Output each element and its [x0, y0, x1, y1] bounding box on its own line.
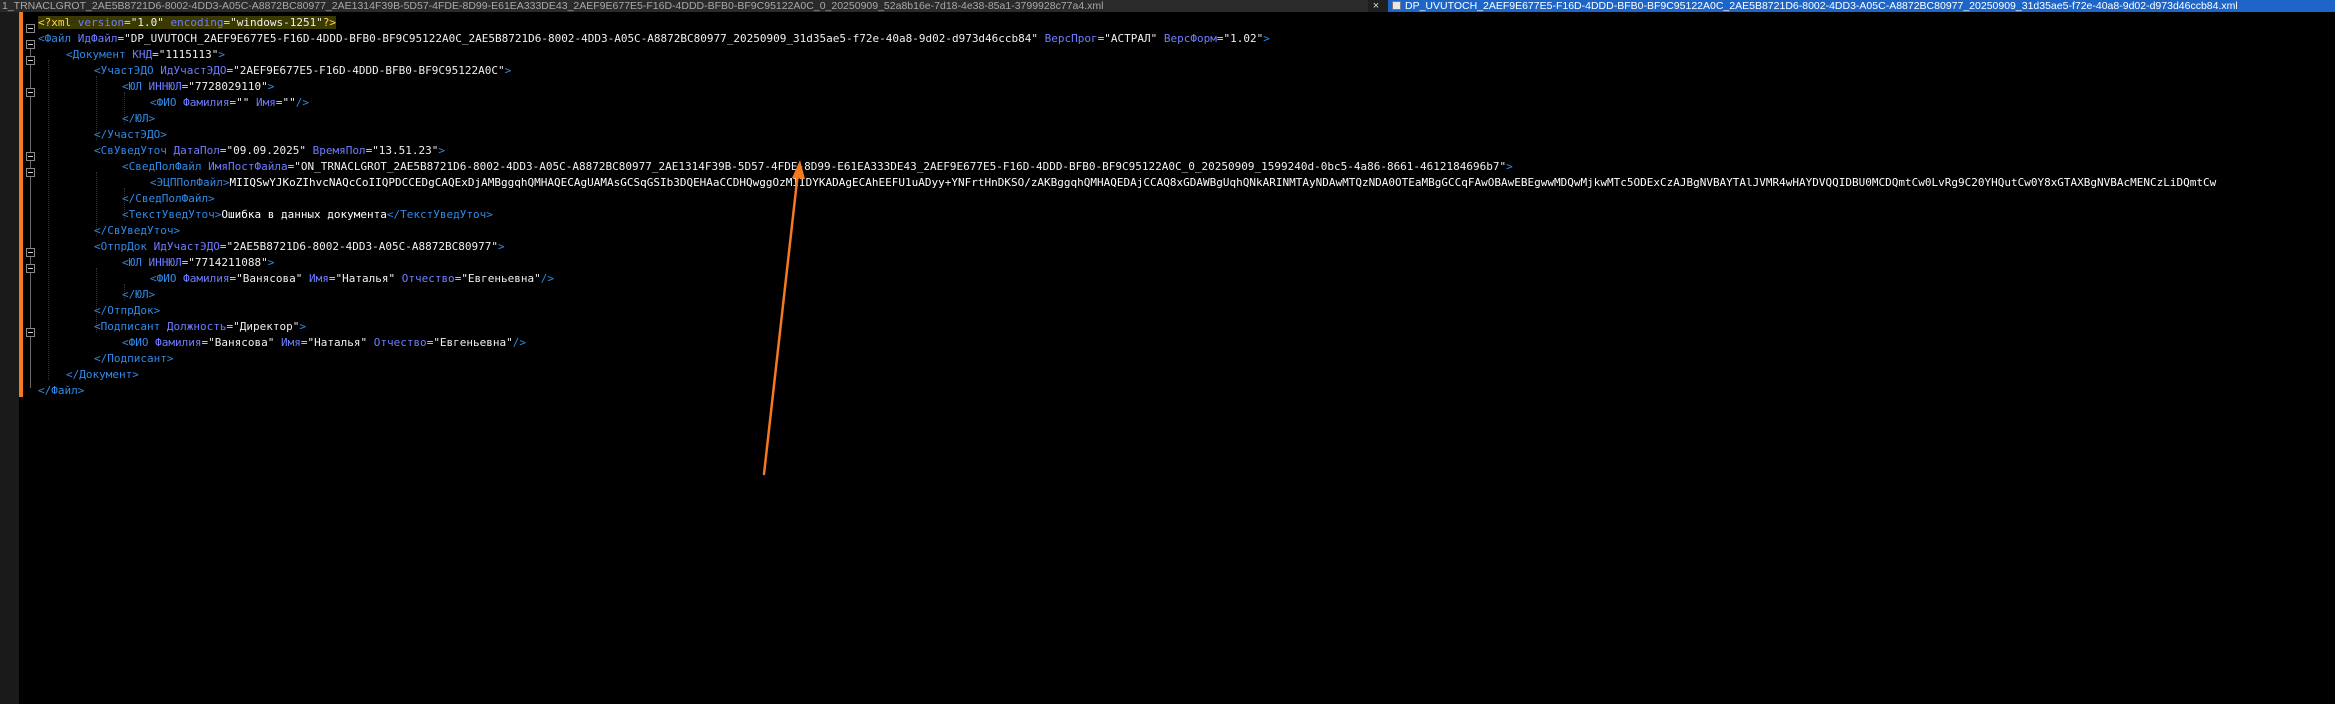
code-line-ecp-signature: <ЭЦППолФайл>MIIQSwYJKoZIhvcNAQcCoIIQPDCC…: [150, 176, 2217, 189]
fold-toggle-icon[interactable]: [26, 328, 35, 337]
tab-title: DP_UVUTOCH_2AEF9E677E5-F16D-4DDD-BFB0-BF…: [1405, 0, 2238, 12]
code-line-xml-declaration: <?xml version="1.0" encoding="windows-12…: [38, 16, 337, 29]
fold-toggle-icon[interactable]: [26, 248, 35, 257]
code-line-file-close: </Файл>: [38, 384, 85, 397]
code-line-tekstuvedutoch: <ТекстУведУточ>Ошибка в данных документа…: [122, 208, 493, 221]
close-tab-icon[interactable]: ×: [1370, 0, 1382, 12]
tab-file-on-trnaclgrot[interactable]: 1_TRNACLGROT_2AE5B8721D6-8002-4DD3-A05C-…: [0, 0, 1368, 12]
code-line-fio: <ФИО Фамилия="" Имя=""/>: [150, 96, 309, 109]
tab-bar: 1_TRNACLGROT_2AE5B8721D6-8002-4DD3-A05C-…: [0, 0, 2335, 12]
line-number-gutter: [0, 12, 19, 704]
fold-toggle-icon[interactable]: [26, 168, 35, 177]
fold-toggle-icon[interactable]: [26, 56, 35, 65]
code-line-svedpolfayl-close: </СведПолФайл>: [122, 192, 215, 205]
change-history-marker: [19, 12, 23, 397]
code-line-yul: <ЮЛ ИННЮЛ="7728029110">: [122, 80, 275, 93]
code-line-uchastedo: <УчастЭДО ИдУчастЭДО="2AEF9E677E5-F16D-4…: [94, 64, 512, 77]
file-icon: [1392, 1, 1401, 10]
code-line-podpisant: <Подписант Должность="Директор">: [94, 320, 306, 333]
code-line-yul-close: </ЮЛ>: [122, 112, 156, 125]
code-line-svuvedutoch: <СвУведУточ ДатаПол="09.09.2025" ВремяПо…: [94, 144, 446, 157]
code-line-document-close: </Документ>: [66, 368, 139, 381]
code-line-svedpolfayl: <СведПолФайл ИмяПостФайла="ON_TRNACLGROT…: [122, 160, 1513, 173]
code-line-podpisant-close: </Подписант>: [94, 352, 174, 365]
code-line-fio: <ФИО Фамилия="Ванясова" Имя="Наталья" От…: [150, 272, 555, 285]
fold-toggle-icon[interactable]: [26, 264, 35, 273]
fold-toggle-icon[interactable]: [26, 88, 35, 97]
code-line-otprdok: <ОтпрДок ИдУчастЭДО="2AE5B8721D6-8002-4D…: [94, 240, 505, 253]
code-line-yul-close: </ЮЛ>: [122, 288, 156, 301]
code-line-fio: <ФИО Фамилия="Ванясова" Имя="Наталья" От…: [122, 336, 527, 349]
code-line-file: <Файл ИдФайл="DP_UVUTOCH_2AEF9E677E5-F16…: [38, 32, 1270, 45]
fold-toggle-icon[interactable]: [26, 24, 35, 33]
fold-toggle-icon[interactable]: [26, 40, 35, 49]
tab-file-dp-uvutoch-active[interactable]: DP_UVUTOCH_2AEF9E677E5-F16D-4DDD-BFB0-BF…: [1388, 0, 2335, 12]
code-editor[interactable]: <?xml version="1.0" encoding="windows-12…: [0, 12, 2335, 704]
code-line-document: <Документ КНД="1115113">: [66, 48, 225, 61]
code-line-svuvedutoch-close: </СвУведУточ>: [94, 224, 181, 237]
tab-title: 1_TRNACLGROT_2AE5B8721D6-8002-4DD3-A05C-…: [2, 0, 1104, 12]
indent-guide: [48, 60, 49, 380]
code-line-otprdok-close: </ОтпрДок>: [94, 304, 161, 317]
fold-toggle-icon[interactable]: [26, 152, 35, 161]
code-line-uchastedo-close: </УчастЭДО>: [94, 128, 167, 141]
code-line-yul: <ЮЛ ИННЮЛ="7714211088">: [122, 256, 275, 269]
